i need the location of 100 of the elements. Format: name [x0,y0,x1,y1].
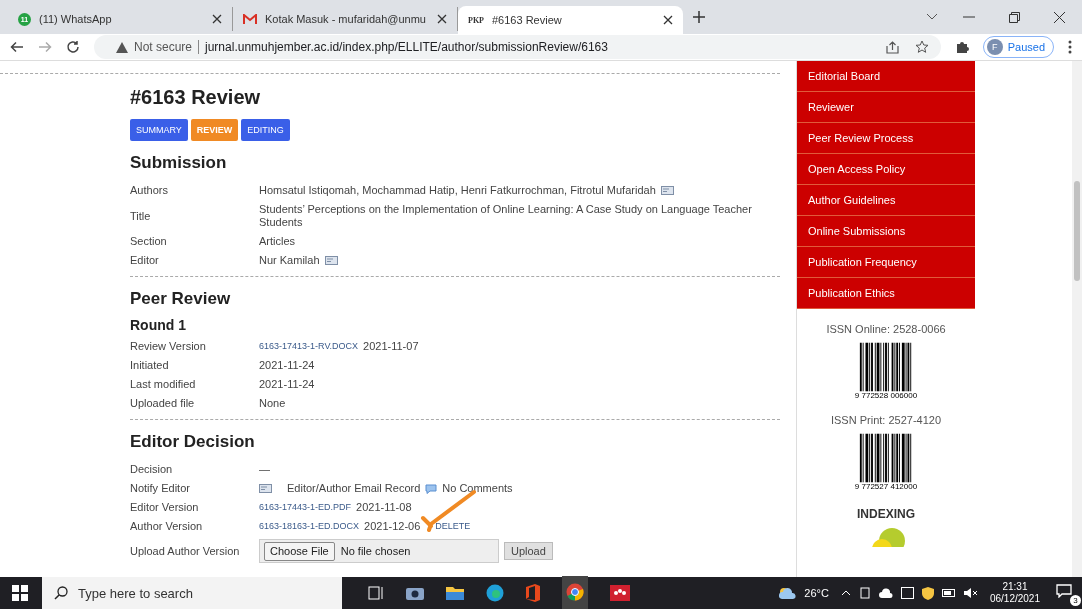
camera-icon[interactable] [406,586,424,600]
sidebar-menu-item[interactable]: Editorial Board [797,61,975,92]
close-icon[interactable] [212,14,222,24]
issn-label: ISSN Online: 2528-0066 [826,323,946,335]
scrollbar-thumb[interactable] [1074,181,1080,281]
barcode-drawing [858,341,914,393]
sidebar-menu-item[interactable]: Open Access Policy [797,154,975,185]
speech-bubble-icon [1056,584,1072,598]
warning-icon [116,41,128,53]
field-value: 2021-11-24 [259,359,315,372]
comments-link[interactable]: No Comments [442,482,513,495]
share-icon[interactable] [885,40,899,54]
task-view-icon[interactable] [368,586,384,600]
sidebar-menu-item[interactable]: Peer Review Process [797,123,975,154]
field-value: Articles [259,235,296,248]
address-field[interactable]: Not secure jurnal.unmuhjember.ac.id/index.php/ELLITE/author/submissionReview/6163 [94,35,941,59]
field-label: Section [129,235,168,248]
clock-date[interactable]: 06/12/2021 [989,593,1040,605]
close-icon[interactable] [437,14,447,24]
temperature[interactable]: 26°C [804,587,829,599]
page-tab[interactable]: SUMMARY [130,119,188,141]
close-window-icon[interactable] [1054,11,1065,23]
app-icon[interactable] [610,585,630,601]
field-value: 2021-11-24 [259,378,315,391]
new-tab-icon[interactable] [693,11,705,23]
page-tab[interactable]: EDITING [241,119,290,141]
speaker-muted-icon[interactable] [963,587,978,599]
field-label: Decision [129,463,174,476]
cloud-sun-icon[interactable] [778,587,797,599]
favicon-text: PKP [468,15,484,25]
sidebar-menu-item[interactable]: Publication Ethics [797,278,975,309]
menu-icon[interactable] [1068,40,1072,54]
office-icon[interactable] [526,584,540,602]
delete-link[interactable]: DELETE [435,520,471,533]
mail-icon [243,13,257,25]
field-value: None [259,397,286,410]
field-value: — [259,463,270,476]
subsection-heading: Round 1 [130,317,187,333]
email-record-link[interactable]: Editor/Author Email Record [287,482,421,495]
field-label: Uploaded file [129,397,196,410]
envelope-icon[interactable] [324,256,338,265]
field-value: 2021-12-06 [364,520,421,533]
clock-time[interactable]: 21:31 [1002,581,1028,593]
star-icon[interactable] [914,40,929,54]
field-label: Review Version [129,340,207,353]
chrome-icon[interactable] [566,583,584,601]
file-input[interactable]: Choose File No file chosen [259,539,499,563]
tray-icon[interactable] [900,587,914,599]
file-link[interactable]: 6163-18163-1-ED.DOCX [259,520,360,533]
notification-button[interactable]: 3 [1048,580,1082,606]
file-link[interactable]: 6163-17443-1-ED.PDF [259,501,352,514]
field-label: Editor [129,254,160,267]
browser-tab[interactable]: PKP #6163 Review [458,6,683,34]
field-value: Homsatul Istiqomah, Mochammad Hatip, Henri Fatkurrochman, Fitrotul Mufaridah [259,184,656,197]
upload-button[interactable]: Upload [504,542,553,560]
field-value: Students’ Perceptions on the Implementation of Online Learning: A Case Study on Language Teacher Students [259,203,753,229]
barcode-number: 9 772527 412000 [854,482,918,491]
globe-icon[interactable] [486,584,504,602]
sidebar-menu-item[interactable]: Reviewer [797,92,975,123]
speech-bubble-icon[interactable] [425,483,438,494]
restore-icon[interactable] [1009,11,1020,23]
back-arrow-icon[interactable] [10,41,24,53]
shield-icon[interactable] [921,586,934,600]
field-label: Last modified [129,378,197,391]
envelope-icon[interactable] [660,186,674,195]
battery-icon[interactable] [941,589,956,597]
reload-icon[interactable] [66,40,80,54]
field-label: Upload Author Version [129,544,241,558]
file-link[interactable]: 6163-17413-1-RV.DOCX [259,340,359,353]
chevron-up-icon[interactable] [840,590,851,596]
page-title: #6163 Review [130,86,262,109]
taskbar-search-field[interactable]: Type here to search [42,577,342,609]
folder-icon[interactable] [446,586,464,600]
field-label: Editor Version [129,501,200,514]
indexing-heading: INDEXING [856,507,916,521]
sidebar-menu-item[interactable]: Online Submissions [797,216,975,247]
tray-icon[interactable] [858,587,871,599]
barcode-drawing [858,432,914,484]
barcode-number: 9 772528 006000 [854,391,918,400]
notification-count: 3 [1070,595,1081,606]
field-value: 2021-11-08 [356,501,412,514]
section-heading: Submission [130,153,228,173]
field-label: Initiated [129,359,170,372]
envelope-icon[interactable] [259,484,272,493]
field-label: Author Version [129,520,204,533]
sidebar-menu-item[interactable]: Author Guidelines [797,185,975,216]
windows-start-icon[interactable] [12,585,28,601]
section-heading: Editor Decision [130,432,256,452]
cloud-icon[interactable] [878,587,893,599]
field-value: Nur Kamilah [259,254,320,267]
field-label: Title [129,209,152,223]
field-value: 2021-11-07 [363,340,419,353]
section-heading: Peer Review [130,289,232,309]
chevron-down-icon[interactable] [926,13,938,21]
issn-label: ISSN Print: 2527-4120 [830,414,942,426]
sidebar-menu-item[interactable]: Publication Frequency [797,247,975,278]
field-label: Notify Editor [129,482,191,495]
close-icon[interactable] [663,15,673,25]
puzzle-piece-icon[interactable] [954,40,969,54]
field-label: Authors [129,184,169,197]
